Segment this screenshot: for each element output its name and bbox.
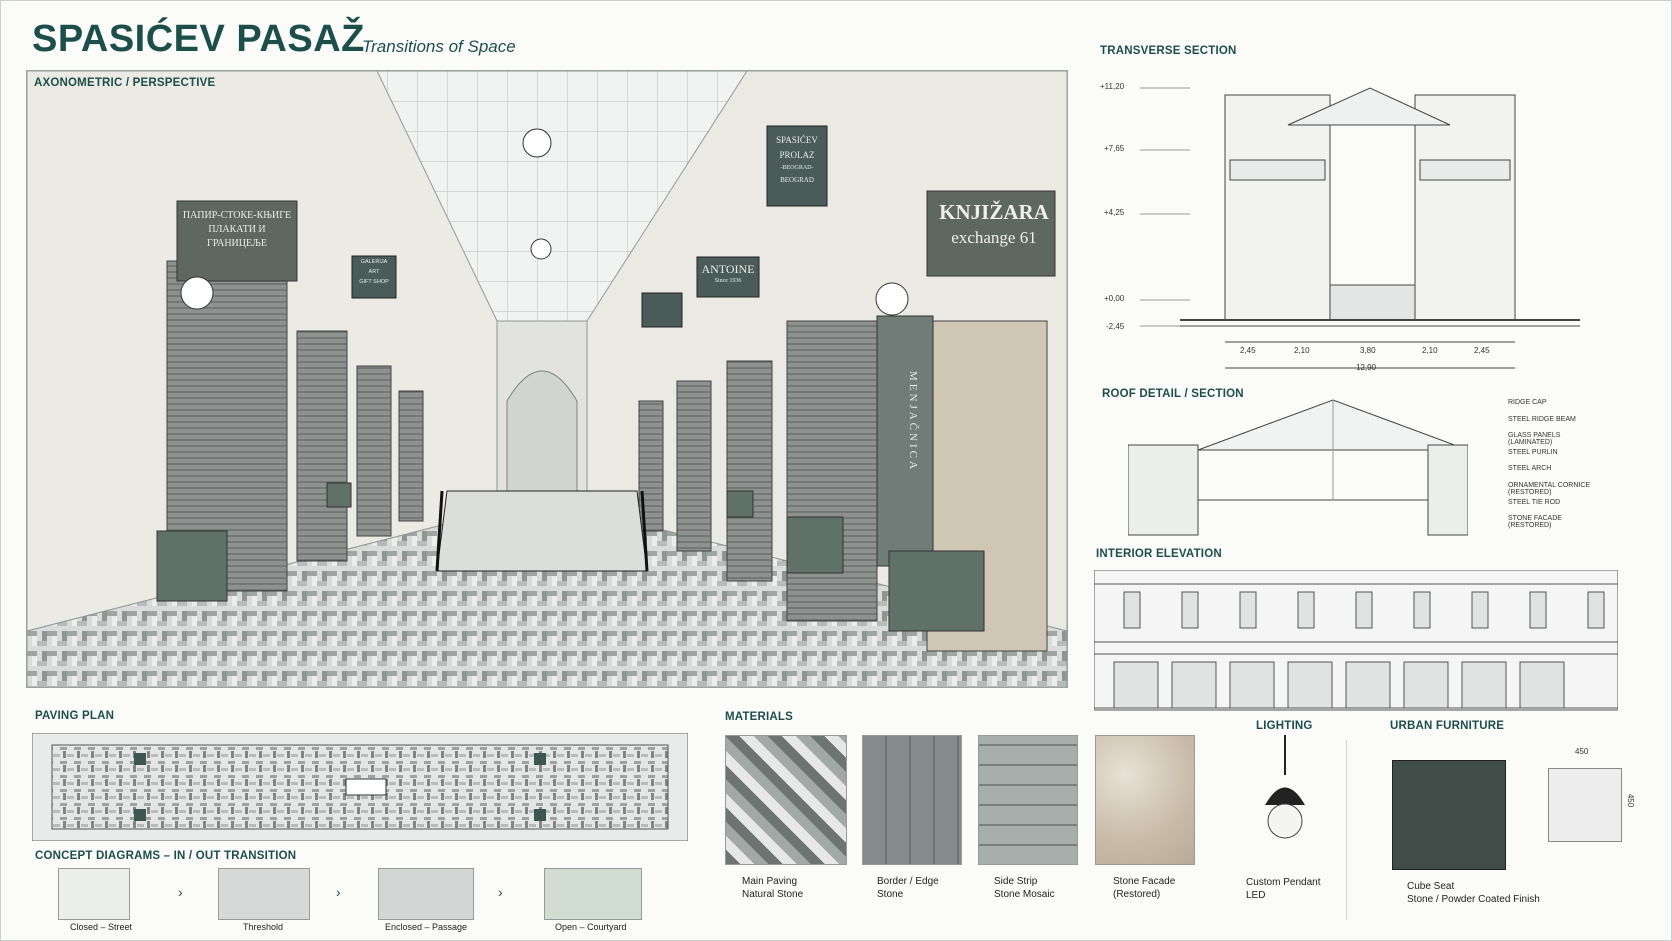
sign-spasicev: SPASIĆEV PROLAZ -BEOGRAD- BEOGRAD: [768, 133, 826, 188]
urban-furniture-label: URBAN FURNITURE: [1390, 720, 1505, 732]
level-2: +7,65: [1104, 144, 1125, 153]
sign-menjacnica: MENJAČNICA: [907, 371, 919, 472]
perspective-label: AXONOMETRIC / PERSPECTIVE: [34, 77, 216, 89]
sign-galerija-line2: ART: [368, 269, 380, 275]
cube-seat-render: [1392, 760, 1506, 870]
lighting-caption: Custom Pendant LED: [1246, 876, 1321, 902]
material-caption-2: Border / Edge Stone: [877, 875, 939, 901]
callout-glass-panels: GLASS PANELS (LAMINATED): [1508, 432, 1561, 447]
material-swatch-stone-facade: [1095, 735, 1195, 865]
cube-width-dim: 450: [1575, 747, 1589, 756]
level-1: +11,20: [1100, 82, 1125, 91]
lighting-label: LIGHTING: [1256, 720, 1313, 732]
roof-callouts: RIDGE CAP STEEL RIDGE BEAM GLASS PANELS …: [1508, 399, 1598, 532]
concept-thumb-open: [544, 868, 642, 920]
sign-spasicev-line1: SPASIĆEV: [776, 135, 818, 145]
material-caption-3: Side Strip Stone Mosaic: [994, 875, 1055, 901]
material-caption-4: Stone Facade (Restored): [1113, 875, 1175, 901]
sign-spasicev-line4: BEOGRAD: [780, 176, 814, 184]
sign-knjizara: KNJIŽARA exchange 61: [932, 199, 1056, 251]
cube-seat-drawing: [1548, 768, 1622, 842]
lighting-line1: Custom Pendant: [1246, 877, 1321, 888]
material-2-line1: Border / Edge: [877, 876, 939, 887]
material-4-line2: (Restored): [1113, 889, 1161, 900]
material-swatch-border-stone: [862, 735, 962, 865]
level-5: -2,45: [1106, 322, 1125, 331]
sign-knjizara-line1: KNJIŽARA: [939, 200, 1049, 224]
sign-antoine-line1: ANTOINE: [701, 262, 755, 276]
callout-ridge-beam: STEEL RIDGE BEAM: [1508, 415, 1576, 423]
material-3-line1: Side Strip: [994, 876, 1038, 887]
perspective-drawing: AXONOMETRIC / PERSPECTIVE ПАПИР-СТОКЕ-КЊ…: [26, 70, 1068, 688]
material-1-line1: Main Paving: [742, 876, 798, 887]
concept-caption-1: Closed – Street: [70, 922, 133, 932]
material-4-line1: Stone Facade: [1113, 876, 1176, 887]
paving-plan-drawing: [32, 733, 688, 841]
sign-galerija-line1: GALERIJA: [360, 259, 388, 265]
page-title: SPASIĆEV PASAŽ: [32, 18, 365, 60]
callout-ridge-cap: RIDGE CAP: [1508, 399, 1547, 406]
transverse-section-drawing: +11,20 +7,65 +4,25 +0,00 -2,45 2,45 2,10…: [1100, 70, 1620, 380]
callout-ornamental-cornice: ORNAMENTAL CORNICE (RESTORED): [1508, 481, 1591, 496]
sign-galerija-line3: GIFT SHOP: [359, 279, 389, 285]
concept-thumb-enclosed: [378, 868, 474, 920]
dim-5: 2,45: [1474, 346, 1490, 355]
elevation-label: INTERIOR ELEVATION: [1096, 548, 1222, 560]
callout-steel-purlin: STEEL PURLIN: [1508, 448, 1558, 456]
material-caption-1: Main Paving Natural Stone: [742, 875, 803, 901]
sign-spasicev-line2: PROLAZ: [779, 150, 815, 160]
callout-steel-arch: STEEL ARCH: [1508, 465, 1552, 473]
sign-left-cyrillic-line2: ПЛАКАТИ И ГРАНИЦЕЉЕ: [207, 224, 267, 249]
material-3-line2: Stone Mosaic: [994, 889, 1055, 900]
concept-caption-4: Open – Courtyard: [555, 922, 627, 932]
pendant-lamp-icon: [1250, 735, 1320, 855]
cube-height-dim: 450: [1626, 793, 1636, 808]
material-swatch-side-strip: [978, 735, 1078, 865]
sign-left-cyrillic-line1: ПАПИР-СТОКЕ-КЊИГЕ: [182, 210, 292, 221]
sign-spasicev-line3: -BEOGRAD-: [780, 165, 814, 171]
material-1-line2: Natural Stone: [742, 889, 804, 900]
level-4: +0,00: [1104, 294, 1125, 303]
dim-1: 2,45: [1240, 346, 1256, 355]
arrow-icon: ›: [178, 884, 183, 900]
sign-antoine: ANTOINE Since 1936: [698, 262, 758, 286]
roof-section-drawing: RIDGE CAP STEEL RIDGE BEAM GLASS PANELS …: [1128, 395, 1598, 537]
material-2-line2: Stone: [877, 889, 904, 900]
sign-knjizara-line2: exchange 61: [951, 228, 1037, 247]
page-subtitle: Transitions of Space: [362, 37, 516, 56]
sign-galerija: GALERIJA ART GIFT SHOP: [353, 257, 395, 287]
callout-stone-facade: STONE FACADE (RESTORED): [1508, 515, 1562, 530]
concept-diagrams-label: CONCEPT DIAGRAMS – IN / OUT TRANSITION: [35, 850, 297, 862]
dim-3: 3,80: [1360, 346, 1376, 355]
dim-4: 2,10: [1422, 346, 1438, 355]
furniture-line2: Stone / Powder Coated Finish: [1407, 894, 1540, 905]
paving-plan-label: PAVING PLAN: [35, 710, 115, 722]
sign-antoine-line2: Since 1936: [714, 278, 742, 284]
furniture-line1: Cube Seat: [1407, 881, 1455, 892]
concept-thumb-closed: [58, 868, 130, 920]
divider: [1346, 740, 1347, 920]
material-swatch-main-paving: [725, 735, 847, 865]
concept-diagrams: › › ›: [58, 868, 656, 920]
elevation-drawing: [1094, 570, 1618, 712]
materials-label: MATERIALS: [725, 711, 794, 723]
transverse-section-label: TRANSVERSE SECTION: [1100, 45, 1237, 57]
callout-steel-tie-rod: STEEL TIE ROD: [1508, 498, 1561, 506]
concept-caption-2: Threshold: [243, 922, 284, 932]
dim-total: 12,90: [1356, 363, 1377, 372]
lighting-line2: LED: [1246, 890, 1266, 901]
concept-caption-3: Enclosed – Passage: [385, 922, 468, 932]
concept-thumb-threshold: [218, 868, 310, 920]
furniture-caption: Cube Seat Stone / Powder Coated Finish: [1407, 880, 1540, 906]
dim-2: 2,10: [1294, 346, 1310, 355]
arrow-icon: ›: [336, 884, 341, 900]
sign-left-cyrillic: ПАПИР-СТОКЕ-КЊИГЕ ПЛАКАТИ И ГРАНИЦЕЉЕ: [179, 209, 295, 251]
level-3: +4,25: [1104, 208, 1125, 217]
arrow-icon: ›: [498, 884, 503, 900]
